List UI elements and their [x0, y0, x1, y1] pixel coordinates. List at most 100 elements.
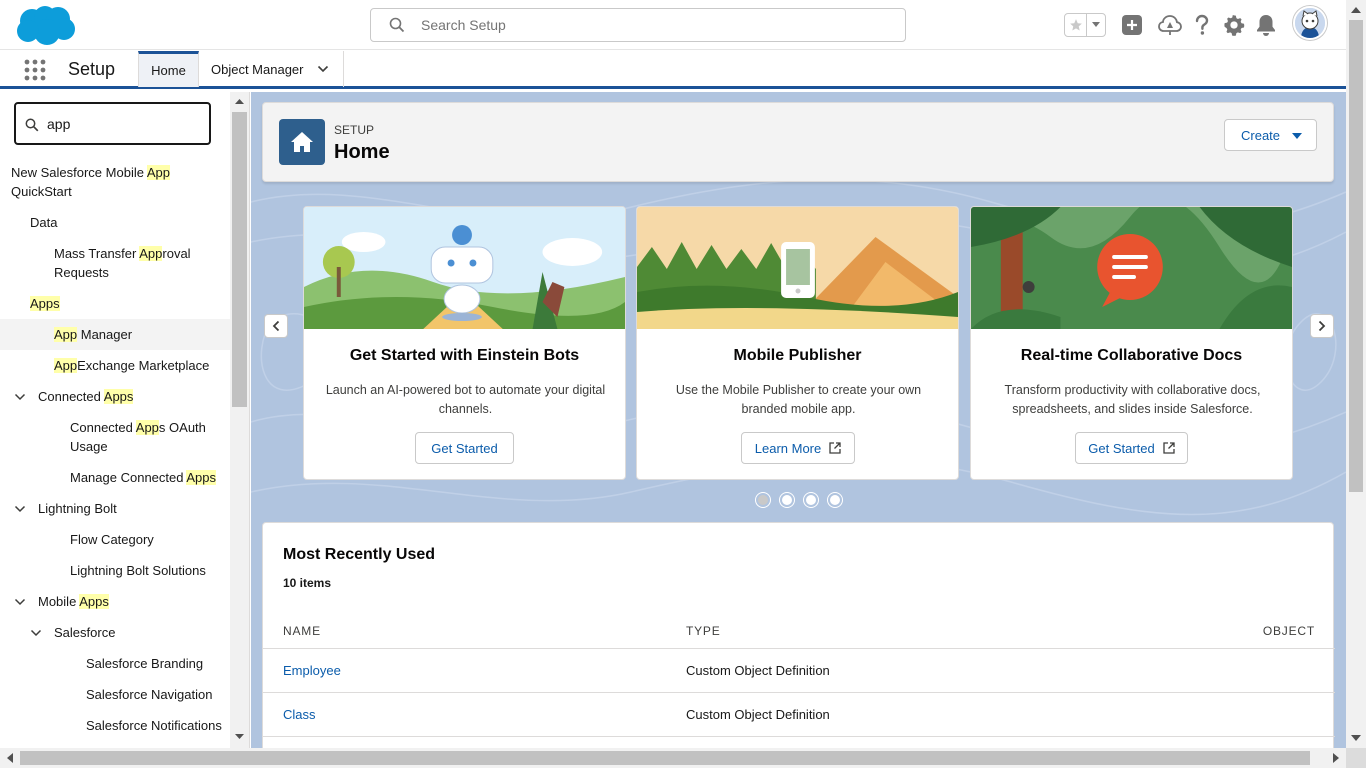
favorites-star-icon[interactable] — [1065, 14, 1087, 36]
search-highlight: App — [54, 327, 78, 342]
carousel-dot[interactable] — [756, 493, 770, 507]
tree-item-label: Salesforce Notifications — [86, 718, 222, 733]
tree-item-label: Manage Connected Apps — [70, 470, 217, 485]
record-link[interactable]: Employee — [283, 663, 341, 678]
tree-item-text: Salesforce Notifications — [86, 718, 222, 733]
tree-item[interactable]: Lightning Bolt — [0, 493, 230, 524]
column-header-object[interactable]: OBJECT — [1263, 624, 1315, 638]
chevron-left-icon — [272, 320, 280, 332]
tab-object-manager[interactable]: Object Manager — [199, 51, 344, 87]
search-icon — [389, 17, 405, 33]
favorites-list-chevron-icon[interactable] — [1087, 14, 1105, 36]
carousel-dot[interactable] — [828, 493, 842, 507]
tree-item-label: Mass Transfer Approval Requests — [54, 246, 191, 280]
help-icon[interactable] — [1190, 13, 1214, 37]
tree-item-text: Usage — [70, 439, 108, 454]
tree-item[interactable]: Mass Transfer Approval Requests — [0, 238, 230, 288]
tree-item-text: Manager — [77, 327, 133, 342]
column-header-name[interactable]: NAME — [283, 624, 321, 638]
settings-gear-icon[interactable] — [1222, 13, 1246, 37]
tree-item[interactable]: Data — [0, 207, 230, 238]
table-row: Employee Custom Object Definition — [263, 649, 1335, 693]
setup-search[interactable] — [370, 8, 906, 42]
search-highlight: Apps — [79, 594, 109, 609]
page-header: SETUP Home Create — [262, 102, 1334, 182]
tree-item[interactable]: Salesforce — [0, 617, 230, 648]
tab-home[interactable]: Home — [138, 51, 199, 87]
card-description: Use the Mobile Publisher to create your … — [675, 383, 922, 416]
get-started-button[interactable]: Get Started — [1075, 432, 1188, 464]
record-link[interactable]: Class — [283, 707, 316, 722]
quick-find[interactable] — [14, 102, 211, 145]
tree-item-label: Salesforce Navigation — [86, 687, 212, 702]
tree-item[interactable]: Lightning Bolt Solutions — [0, 555, 230, 586]
page-horizontal-scrollbar[interactable] — [0, 748, 1346, 768]
tree-item[interactable]: Salesforce Navigation — [0, 679, 230, 710]
caret-down-icon — [1292, 133, 1302, 139]
tree-item-text: Salesforce — [54, 625, 116, 640]
tree-item[interactable]: Salesforce Branding — [0, 648, 230, 679]
tree-item[interactable]: Connected Apps — [0, 381, 230, 412]
tree-item-label: Flow Category — [70, 532, 154, 547]
tree-item-text: Flow Category — [70, 532, 154, 547]
sidebar-scrollbar[interactable] — [230, 92, 249, 748]
global-header — [0, 0, 1346, 50]
column-header-type[interactable]: TYPE — [686, 624, 721, 638]
tree-item[interactable]: Salesforce Notifications — [0, 710, 230, 741]
tree-item[interactable]: AppExchange Marketplace — [0, 350, 230, 381]
scroll-left-arrow-icon[interactable] — [6, 753, 13, 763]
learn-more-button[interactable]: Learn More — [741, 432, 855, 464]
notifications-bell-icon[interactable] — [1254, 13, 1278, 37]
tree-item-label: Apps — [30, 296, 60, 311]
tree-item[interactable]: Flow Category — [0, 524, 230, 555]
mru-table: NAME TYPE OBJECT Employee Custom Object … — [263, 613, 1335, 737]
page-horizontal-scrollbar-thumb[interactable] — [20, 751, 1310, 765]
scroll-up-arrow-icon[interactable] — [1351, 6, 1361, 13]
carousel-dot[interactable] — [780, 493, 794, 507]
page-vertical-scrollbar-thumb[interactable] — [1349, 20, 1363, 492]
search-highlight: App — [54, 358, 78, 373]
add-icon[interactable] — [1120, 13, 1144, 37]
scroll-right-arrow-icon[interactable] — [1333, 753, 1340, 763]
trailhead-icon[interactable] — [1158, 13, 1182, 37]
mru-item-count: 10 items — [283, 576, 332, 590]
tree-item-label: Connected Apps — [38, 389, 134, 404]
get-started-button[interactable]: Get Started — [415, 432, 514, 464]
tree-item[interactable]: App Manager — [0, 319, 230, 350]
tree-item[interactable]: Connected Apps OAuth Usage — [0, 412, 230, 462]
tree-item[interactable]: New Salesforce Mobile App QuickStart — [0, 157, 230, 207]
tree-item[interactable]: Apps — [0, 288, 230, 319]
most-recently-used-card: Most Recently Used 10 items NAME TYPE OB… — [262, 522, 1335, 748]
sidebar-scrollbar-thumb[interactable] — [232, 112, 247, 407]
chevron-down-icon[interactable] — [14, 596, 26, 608]
tree-item-text: Connected — [70, 420, 136, 435]
favorites-group[interactable] — [1064, 13, 1106, 37]
tree-item[interactable]: Mobile Apps — [0, 586, 230, 617]
page-vertical-scrollbar[interactable] — [1346, 0, 1366, 748]
tree-item-label: Lightning Bolt Solutions — [70, 563, 206, 578]
tree-item[interactable]: Manage Connected Apps — [0, 462, 230, 493]
chevron-down-icon[interactable] — [14, 503, 26, 515]
avatar[interactable] — [1293, 6, 1327, 40]
scroll-down-arrow-icon[interactable] — [234, 733, 245, 741]
tree-item-text: Exchange Marketplace — [77, 358, 210, 373]
carousel-next-button[interactable] — [1310, 314, 1334, 338]
scroll-down-arrow-icon[interactable] — [1351, 735, 1361, 742]
carousel-prev-button[interactable] — [264, 314, 288, 338]
carousel-dot[interactable] — [804, 493, 818, 507]
setup-search-input[interactable] — [421, 9, 891, 41]
learn-more-button-label: Learn More — [754, 440, 822, 456]
tree-item-text: Data — [30, 215, 58, 230]
chevron-down-icon[interactable] — [14, 391, 26, 403]
scroll-up-arrow-icon[interactable] — [234, 97, 245, 105]
page-eyebrow: SETUP — [334, 123, 375, 137]
chevron-down-icon[interactable] — [30, 627, 42, 639]
salesforce-cloud-logo[interactable] — [14, 4, 76, 46]
search-highlight: App — [135, 420, 159, 435]
quick-find-input[interactable] — [47, 104, 202, 143]
search-icon — [25, 118, 39, 132]
app-launcher-waffle-icon[interactable] — [24, 59, 46, 81]
chevron-down-icon[interactable] — [317, 63, 329, 75]
tab-home-label: Home — [151, 63, 186, 78]
create-button[interactable]: Create — [1224, 119, 1317, 151]
